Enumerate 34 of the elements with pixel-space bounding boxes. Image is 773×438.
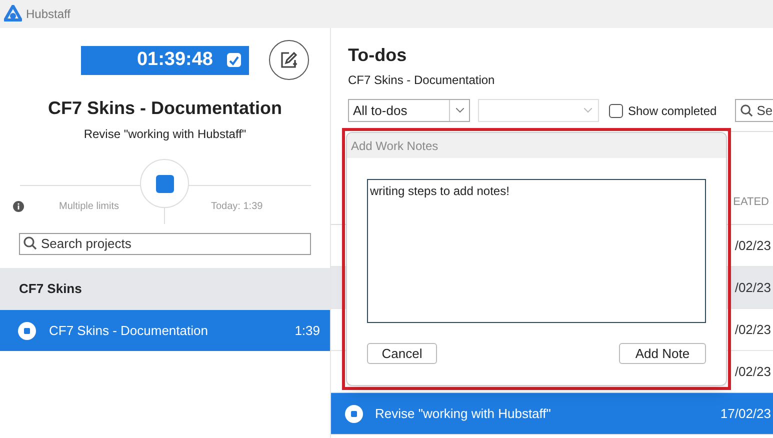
app-logo-icon [4,5,22,23]
stop-icon [156,174,174,192]
search-icon [740,104,753,117]
project-group-header[interactable]: CF7 Skins [0,268,330,310]
column-header: EATED [733,194,769,210]
timer-display: 01:39:48 [81,46,249,74]
stop-icon [345,404,363,422]
chevron-down-icon [584,108,592,113]
task-name: Revise "working with Hubstaff" [82,126,248,143]
stop-icon [18,322,36,340]
edit-icon [280,51,298,69]
cancel-button[interactable]: Cancel [367,343,437,364]
dialog-title: Add Work Notes [347,133,726,158]
checkbox[interactable] [609,104,623,118]
todo-search-field[interactable]: Se [734,99,773,122]
edit-note-button[interactable] [269,40,309,80]
info-icon [13,201,24,212]
stop-button[interactable] [140,159,189,208]
add-note-button[interactable]: Add Note [619,343,706,364]
show-completed-label: Show completed [628,102,717,120]
project-title: CF7 Skins - Documentation [46,97,284,120]
filter-dropdown[interactable]: All to-dos [348,99,470,122]
page-title: To-dos [348,44,408,67]
checkbox-icon[interactable] [227,53,241,67]
chevron-down-icon [456,108,464,113]
today-time: Today: 1:39 [211,200,263,214]
search-icon [23,236,37,250]
window-title: Hubstaff [26,6,70,23]
project-item[interactable]: CF7 Skins - Documentation 1:39 [0,310,330,351]
page-subtitle: CF7 Skins - Documentation [348,72,496,89]
limits-label: Multiple limits [59,200,120,214]
note-field[interactable]: writing steps to add notes! [367,179,706,323]
search-field[interactable]: Search projects [19,232,311,254]
todo-row[interactable]: Revise "working with Hubstaff" 17/02/23 [331,393,773,435]
